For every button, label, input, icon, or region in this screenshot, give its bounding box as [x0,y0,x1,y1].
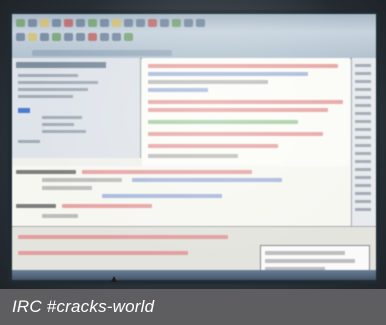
monitor-photograph [0,0,386,325]
caption-text: IRC #cracks-world [12,297,155,316]
caption-bar: IRC #cracks-world [0,289,386,325]
mouse-cursor-icon [111,276,117,282]
screen-glare [0,0,386,290]
